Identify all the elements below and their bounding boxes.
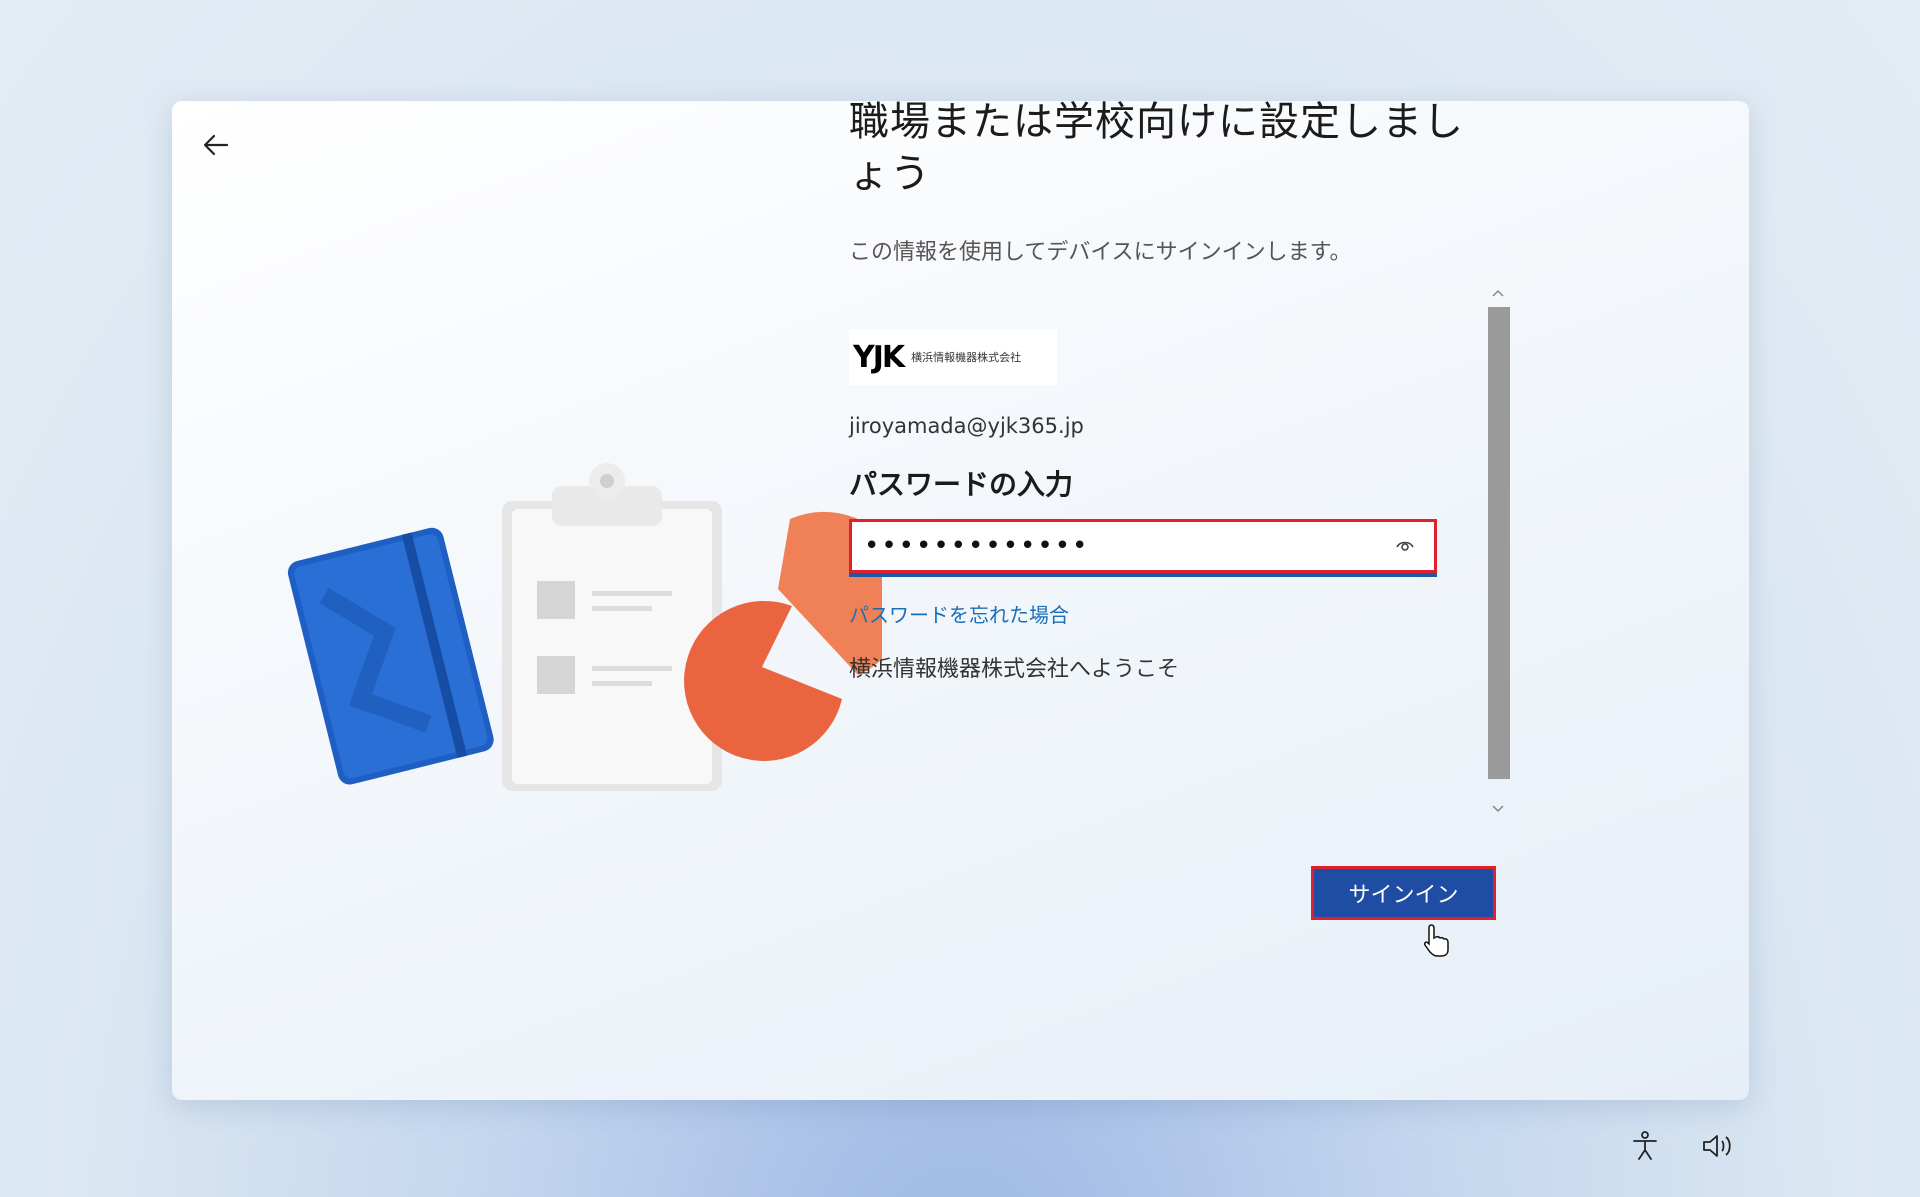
password-heading: パスワードの入力 — [849, 468, 1074, 501]
account-email: jiroyamada@yjk365.jp — [849, 414, 1084, 438]
chevron-up-icon — [1491, 289, 1504, 297]
hand-cursor-icon — [1424, 924, 1449, 957]
signin-button[interactable]: サインイン — [1311, 866, 1496, 920]
scroll-up-button[interactable] — [1485, 281, 1510, 305]
scroll-thumb[interactable] — [1488, 307, 1510, 779]
volume-icon[interactable] — [1700, 1130, 1736, 1162]
org-logo: YJK 横浜情報機器株式会社 — [849, 329, 1057, 385]
welcome-text: 横浜情報機器株式会社へようこそ — [849, 657, 1180, 682]
page-subtitle: この情報を使用してデバイスにサインインします。 — [849, 240, 1352, 265]
org-logo-mark: YJK — [853, 339, 905, 375]
password-input[interactable] — [864, 522, 1364, 570]
chevron-down-icon — [1491, 805, 1504, 813]
eye-icon[interactable] — [1394, 535, 1416, 557]
back-button[interactable] — [196, 125, 236, 165]
password-field — [849, 519, 1437, 577]
clipboard-illustration — [502, 463, 722, 791]
signin-form: YJK 横浜情報機器株式会社 jiroyamada@yjk365.jp パスワー… — [849, 281, 1449, 821]
page-title: 職場または学校向けに設定しましょう — [849, 99, 1464, 197]
scroll-down-button[interactable] — [1485, 797, 1510, 821]
org-logo-name: 横浜情報機器株式会社 — [911, 351, 1022, 364]
form-scrollbar[interactable] — [1485, 281, 1510, 821]
notebook-illustration — [287, 527, 494, 785]
forgot-password-link[interactable]: パスワードを忘れた場合 — [849, 599, 1069, 628]
accessibility-icon[interactable] — [1630, 1130, 1660, 1162]
work-school-illustration — [287, 463, 882, 791]
back-arrow-icon — [203, 134, 229, 156]
